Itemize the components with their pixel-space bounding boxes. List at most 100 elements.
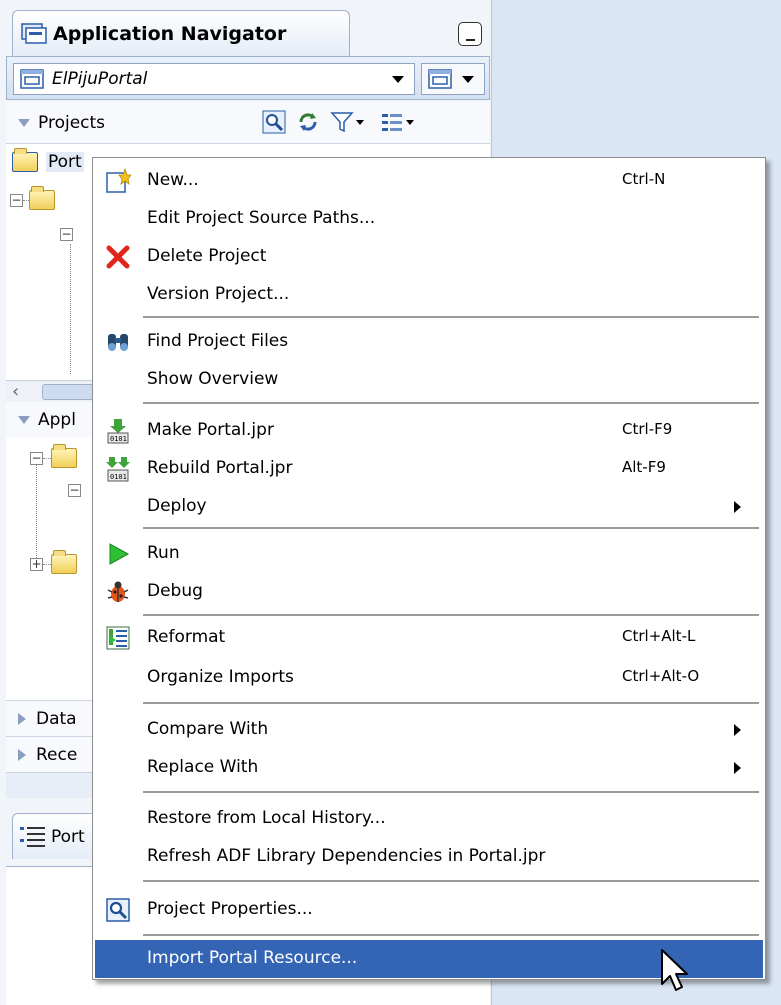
application-navigator-tab[interactable]: Application Navigator bbox=[12, 10, 350, 56]
menu-item-project-properties[interactable]: Project Properties... bbox=[95, 891, 763, 929]
menu-item-edit-source-paths[interactable]: Edit Project Source Paths... bbox=[95, 200, 763, 238]
projects-label: Projects bbox=[38, 112, 106, 133]
tree-node-portal-project[interactable]: Port bbox=[12, 148, 84, 172]
menu-item-shortcut: Alt-F9 bbox=[622, 458, 666, 476]
menu-item-version-project[interactable]: Version Project... bbox=[95, 276, 763, 314]
menu-item-label: Find Project Files bbox=[147, 331, 289, 351]
navigator-icon bbox=[21, 22, 47, 45]
menu-separator bbox=[143, 791, 759, 793]
rebuild-icon: 0101 bbox=[105, 456, 131, 482]
submenu-arrow-icon bbox=[734, 762, 741, 774]
refresh-icon[interactable] bbox=[296, 110, 320, 134]
project-folder-icon bbox=[12, 148, 38, 172]
menu-item-delete-project[interactable]: Delete Project bbox=[95, 238, 763, 276]
expand-node-icon[interactable]: + bbox=[30, 557, 43, 571]
menu-separator bbox=[143, 527, 759, 529]
properties-icon bbox=[105, 897, 131, 923]
menu-item-label: Reformat bbox=[147, 627, 226, 647]
find-icon[interactable] bbox=[262, 110, 286, 134]
menu-item-rebuild[interactable]: 0101 Rebuild Portal.jpr Alt-F9 bbox=[95, 450, 763, 488]
menu-item-make[interactable]: 0101 Make Portal.jpr Ctrl-F9 bbox=[95, 412, 763, 450]
menu-item-find-project-files[interactable]: Find Project Files bbox=[95, 323, 763, 361]
application-name: ElPijuPortal bbox=[52, 69, 148, 89]
minimize-button[interactable] bbox=[458, 22, 482, 46]
tree-guide-line bbox=[70, 244, 71, 374]
menu-item-label: Edit Project Source Paths... bbox=[147, 208, 376, 228]
debug-icon bbox=[105, 579, 131, 605]
menu-item-label: Run bbox=[147, 543, 180, 563]
chevron-down-icon bbox=[392, 76, 404, 83]
menu-item-label: Delete Project bbox=[147, 246, 267, 266]
scroll-left-icon[interactable]: ‹ bbox=[12, 381, 19, 402]
menu-item-reformat[interactable]: Reformat Ctrl+Alt-L bbox=[95, 619, 763, 657]
menu-item-restore-local-history[interactable]: Restore from Local History... bbox=[95, 800, 763, 838]
delete-icon bbox=[105, 244, 131, 270]
menu-item-run[interactable]: Run bbox=[95, 535, 763, 573]
menu-item-shortcut: Ctrl-F9 bbox=[622, 420, 673, 438]
folder-icon bbox=[51, 550, 77, 574]
filter-icon[interactable] bbox=[330, 110, 364, 134]
project-context-menu: New... Ctrl-N Edit Project Source Paths.… bbox=[92, 157, 766, 980]
tree-node-folder[interactable]: − bbox=[10, 186, 55, 210]
recently-opened-label: Rece bbox=[36, 744, 78, 765]
mouse-pointer-icon bbox=[661, 949, 688, 991]
menu-item-deploy[interactable]: Deploy bbox=[95, 488, 763, 526]
make-icon: 0101 bbox=[105, 418, 131, 444]
menu-item-label: Debug bbox=[147, 581, 203, 601]
svg-text:0101: 0101 bbox=[110, 435, 127, 443]
menu-item-new[interactable]: New... Ctrl-N bbox=[95, 162, 763, 200]
folder-icon bbox=[51, 444, 77, 468]
sort-options-icon[interactable] bbox=[380, 110, 414, 134]
menu-item-label: Deploy bbox=[147, 496, 207, 516]
menu-item-replace-with[interactable]: Replace With bbox=[95, 749, 763, 787]
tree-node-folder-collapsed[interactable]: + bbox=[30, 550, 77, 574]
minimize-icon bbox=[465, 39, 475, 41]
application-menu-button[interactable] bbox=[421, 63, 485, 95]
application-selector[interactable]: ElPijuPortal bbox=[13, 63, 415, 95]
menu-item-show-overview[interactable]: Show Overview bbox=[95, 361, 763, 399]
menu-item-debug[interactable]: Debug bbox=[95, 573, 763, 611]
collapse-node-icon[interactable]: − bbox=[60, 228, 73, 241]
collapse-node-icon[interactable]: − bbox=[10, 193, 23, 207]
menu-item-shortcut: Ctrl+Alt-L bbox=[622, 627, 696, 645]
menu-item-label: Organize Imports bbox=[147, 667, 294, 687]
menu-separator bbox=[143, 402, 759, 404]
tree-node-subfolder[interactable]: − bbox=[68, 484, 81, 497]
projects-toolbar bbox=[262, 110, 414, 134]
expand-icon bbox=[18, 712, 26, 725]
menu-item-shortcut: Ctrl+Alt-O bbox=[622, 667, 700, 685]
binoculars-icon bbox=[105, 329, 131, 355]
projects-section-header[interactable]: Projects bbox=[6, 102, 490, 144]
menu-item-label: Show Overview bbox=[147, 369, 279, 389]
menu-item-label: Import Portal Resource... bbox=[147, 948, 358, 968]
application-menu-icon bbox=[428, 69, 452, 89]
menu-item-compare-with[interactable]: Compare With bbox=[95, 711, 763, 749]
reformat-icon bbox=[105, 625, 131, 651]
application-icon bbox=[20, 69, 44, 89]
tree-line bbox=[43, 457, 51, 459]
menu-separator bbox=[143, 702, 759, 704]
collapse-icon bbox=[18, 118, 30, 127]
structure-tab-label: Port bbox=[51, 826, 85, 847]
navigator-header: Application Navigator bbox=[6, 10, 490, 56]
svg-text:0101: 0101 bbox=[110, 473, 127, 481]
collapse-node-icon[interactable]: − bbox=[68, 484, 81, 497]
navigator-title: Application Navigator bbox=[53, 22, 287, 45]
tree-node-subfolder[interactable]: − bbox=[60, 228, 73, 241]
menu-item-label: Make Portal.jpr bbox=[147, 420, 274, 440]
new-gallery-icon bbox=[105, 168, 131, 194]
menu-item-label: Rebuild Portal.jpr bbox=[147, 458, 293, 478]
menu-item-label: New... bbox=[147, 170, 199, 190]
application-resources-label: Appl bbox=[38, 410, 76, 430]
data-controls-label: Data bbox=[36, 708, 77, 729]
tree-guide-line bbox=[36, 464, 37, 560]
collapse-node-icon[interactable]: − bbox=[30, 451, 43, 465]
submenu-arrow-icon bbox=[734, 501, 741, 513]
project-node-label: Port bbox=[46, 152, 84, 172]
tree-node-folder[interactable]: − bbox=[30, 444, 77, 468]
menu-item-refresh-adf-library[interactable]: Refresh ADF Library Dependencies in Port… bbox=[95, 838, 763, 876]
menu-item-label: Version Project... bbox=[147, 284, 290, 304]
menu-item-organize-imports[interactable]: Organize Imports Ctrl+Alt-O bbox=[95, 659, 763, 697]
menu-item-label: Project Properties... bbox=[147, 899, 313, 919]
menu-item-label: Compare With bbox=[147, 719, 269, 739]
